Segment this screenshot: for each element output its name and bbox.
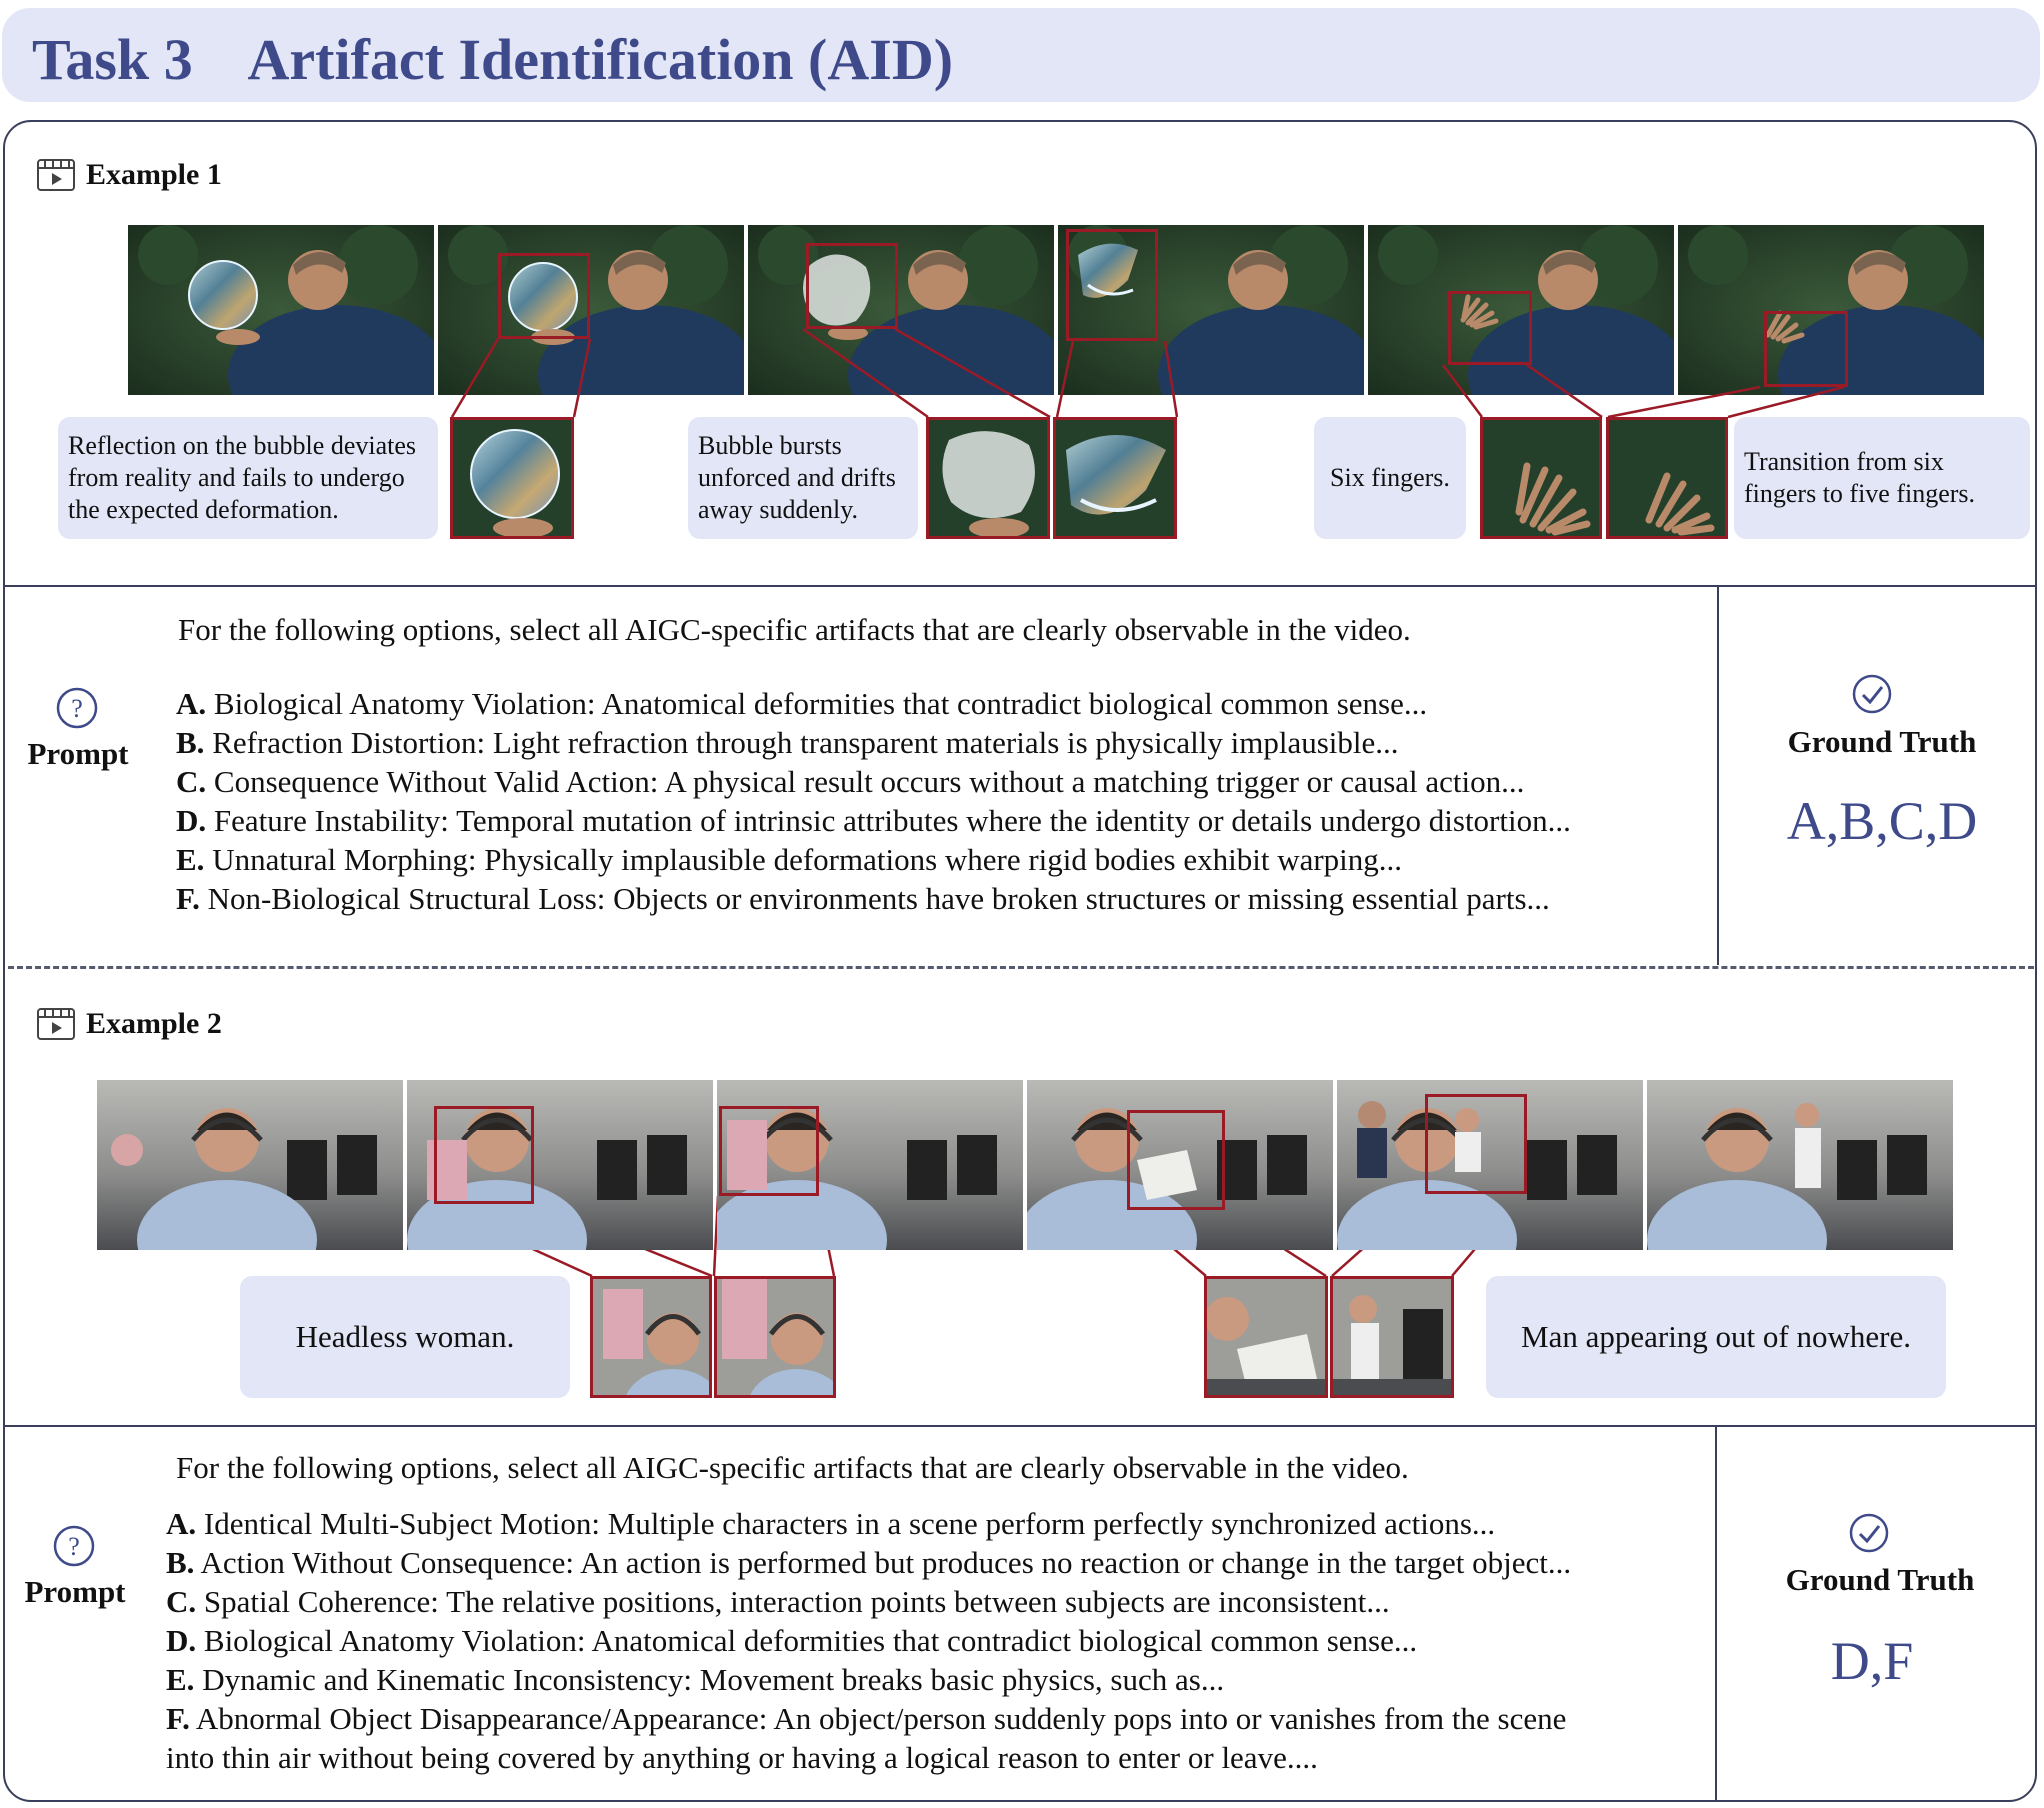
- artifact-highlight-box: [719, 1106, 819, 1196]
- option-a: A. Identical Multi-Subject Motion: Multi…: [166, 1506, 1496, 1541]
- callout-headless-woman: Headless woman.: [240, 1276, 570, 1398]
- artifact-highlight-box: [1066, 229, 1158, 341]
- question-icon: ?: [56, 687, 98, 729]
- video-frame: [1678, 225, 1984, 395]
- ground-truth-answer: A,B,C,D: [1786, 791, 1978, 851]
- check-icon: [1852, 674, 1892, 714]
- video-clip-icon: [37, 1008, 75, 1040]
- example-1-label: Example 1: [86, 158, 222, 191]
- callout-bubble-burst: Bubble bursts unforced and drifts away s…: [688, 417, 918, 539]
- artifact-highlight-box: [1127, 1110, 1225, 1210]
- section-divider: [5, 585, 2035, 587]
- artifact-highlight-box: [1448, 291, 1532, 365]
- option-d: D. Biological Anatomy Violation: Anatomi…: [166, 1623, 1418, 1658]
- zoom-crop-bubble-burst: [926, 417, 1050, 539]
- video-frame: [97, 1080, 403, 1250]
- zoom-crop-five-fingers: [1606, 417, 1728, 539]
- option-a: A. Biological Anatomy Violation: Anatomi…: [176, 686, 1428, 721]
- option-f-continuation: into thin air without being covered by a…: [166, 1740, 1318, 1775]
- title-bar: Task 3 Artifact Identification (AID): [2, 8, 2040, 102]
- zoom-crop-man-appearing-1: [1204, 1276, 1328, 1398]
- column-divider: [1717, 585, 1719, 965]
- section-divider: [5, 1425, 2035, 1427]
- callout-man-appearing: Man appearing out of nowhere.: [1486, 1276, 1946, 1398]
- artifact-highlight-box: [498, 253, 590, 339]
- option-e: E. Dynamic and Kinematic Inconsistency: …: [166, 1662, 1225, 1697]
- ground-truth-answer: D,F: [1830, 1631, 1914, 1691]
- zoom-crop-six-fingers: [1480, 417, 1602, 539]
- callout-finger-transition: Transition from six fingers to five fing…: [1734, 417, 2030, 539]
- prompt-instruction: For the following options, select all AI…: [178, 612, 1411, 647]
- artifact-highlight-box: [434, 1106, 534, 1204]
- callout-six-fingers: Six fingers.: [1314, 417, 1466, 539]
- callout-bubble-reflection: Reflection on the bubble deviates from r…: [58, 417, 438, 539]
- video-frame: [1368, 225, 1674, 395]
- artifact-highlight-box: [806, 243, 898, 329]
- ground-truth-label: Ground Truth: [1787, 724, 1977, 759]
- task-title: Task 3 Artifact Identification (AID): [32, 27, 954, 92]
- artifact-highlight-box: [1425, 1094, 1527, 1194]
- video-frame: [717, 1080, 1023, 1250]
- question-icon: ?: [53, 1525, 95, 1567]
- video-clip-icon: [37, 159, 75, 191]
- option-c: C. Consequence Without Valid Action: A p…: [176, 764, 1525, 799]
- video-frame: [1027, 1080, 1333, 1250]
- prompt-instruction: For the following options, select all AI…: [176, 1450, 1409, 1485]
- ground-truth-label: Ground Truth: [1785, 1562, 1975, 1597]
- check-icon: [1849, 1513, 1889, 1553]
- video-frame: [1647, 1080, 1953, 1250]
- example-separator: [8, 966, 2034, 969]
- option-e: E. Unnatural Morphing: Physically implau…: [176, 842, 1403, 877]
- svg-text:?: ?: [68, 1532, 80, 1561]
- zoom-crop-bubble-drift: [1053, 417, 1177, 539]
- example-1-frame-strip: [128, 225, 1984, 395]
- zoom-crop-bubble-reflection: [450, 417, 574, 539]
- prompt-label: Prompt: [24, 1574, 126, 1609]
- video-frame: [407, 1080, 713, 1250]
- option-d: D. Feature Instability: Temporal mutatio…: [176, 803, 1571, 838]
- prompt-label: Prompt: [27, 736, 129, 771]
- option-b: B. Refraction Distortion: Light refracti…: [176, 725, 1399, 760]
- video-frame: [1337, 1080, 1643, 1250]
- option-b: B. Action Without Consequence: An action…: [166, 1545, 1572, 1580]
- column-divider: [1715, 1425, 1717, 1800]
- video-frame: [438, 225, 744, 395]
- example-1-heading: Example 1: [36, 158, 222, 192]
- zoom-crop-headless-woman-1: [590, 1276, 712, 1398]
- example-2-label: Example 2: [86, 1007, 222, 1040]
- video-frame: [1058, 225, 1364, 395]
- video-frame: [128, 225, 434, 395]
- zoom-crop-man-appearing-2: [1330, 1276, 1454, 1398]
- svg-text:?: ?: [71, 694, 83, 723]
- example-2-frame-strip: [97, 1080, 1953, 1250]
- option-f: F. Abnormal Object Disappearance/Appeara…: [166, 1701, 1567, 1736]
- zoom-crop-headless-woman-2: [714, 1276, 836, 1398]
- option-f: F. Non-Biological Structural Loss: Objec…: [176, 881, 1550, 916]
- example-2-heading: Example 2: [36, 1007, 222, 1041]
- option-c: C. Spatial Coherence: The relative posit…: [166, 1584, 1390, 1619]
- artifact-highlight-box: [1764, 311, 1848, 387]
- video-frame: [748, 225, 1054, 395]
